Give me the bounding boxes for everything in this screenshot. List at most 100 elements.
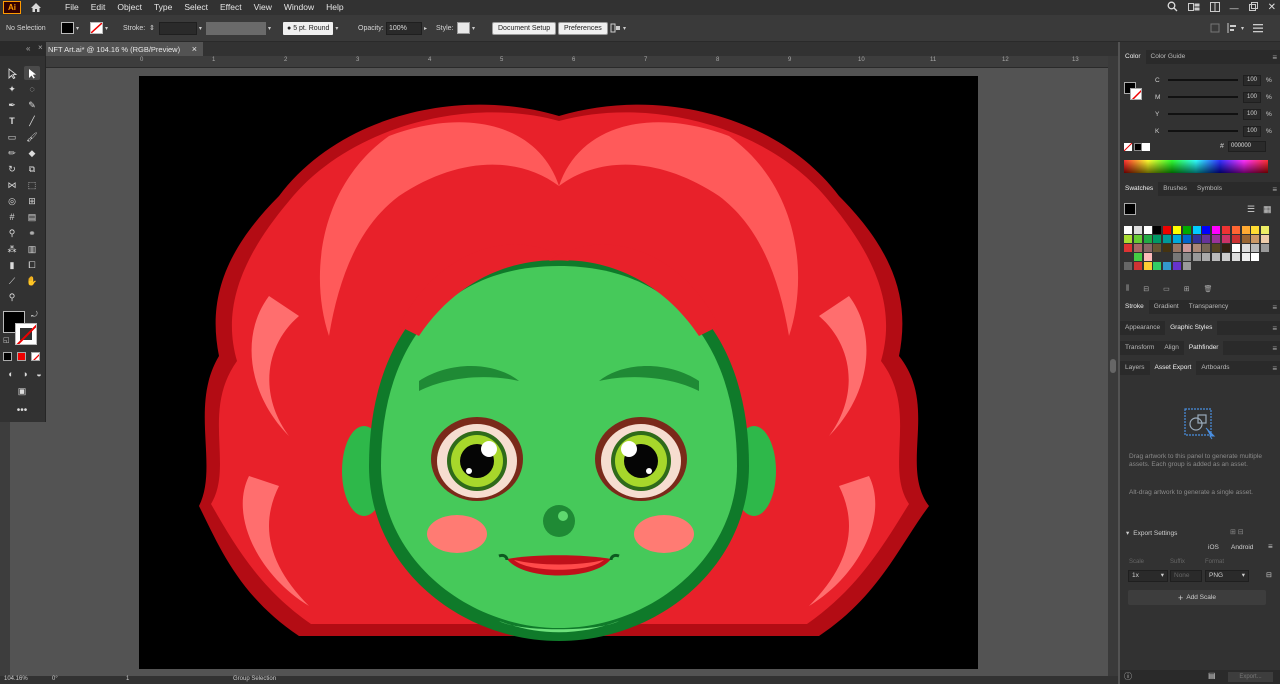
- vertical-ruler[interactable]: [0, 422, 10, 676]
- column-graph-icon[interactable]: ▥: [24, 242, 40, 256]
- panel-menu-icon[interactable]: ≡: [1272, 303, 1277, 312]
- style-control[interactable]: ▾: [457, 21, 475, 35]
- width-profile-preview[interactable]: [206, 21, 266, 35]
- bar-chart-icon[interactable]: ▮: [4, 258, 20, 272]
- hex-input[interactable]: 000000: [1228, 141, 1266, 152]
- scale-select[interactable]: 1x ▾: [1128, 570, 1168, 582]
- ios-preset[interactable]: iOS: [1208, 544, 1219, 551]
- chevron-down-icon[interactable]: ▾: [1242, 571, 1245, 581]
- magenta-slider[interactable]: M 100%: [1120, 90, 1280, 104]
- yellow-slider[interactable]: Y 100%: [1120, 107, 1280, 121]
- color-mode-button[interactable]: [3, 352, 12, 361]
- close-tab-icon[interactable]: ×: [192, 44, 197, 54]
- vertical-scrollbar[interactable]: [1108, 56, 1118, 676]
- paintbrush-icon[interactable]: 🖌: [24, 130, 40, 144]
- eraser-tool-icon[interactable]: ◆: [24, 146, 40, 160]
- slice-tool-icon[interactable]: ⟋: [4, 274, 20, 288]
- new-color-group-icon[interactable]: ▭: [1163, 285, 1170, 293]
- menu-effect[interactable]: Effect: [214, 0, 248, 15]
- format-select[interactable]: PNG ▾: [1205, 570, 1249, 582]
- fill-color-control[interactable]: ▾: [61, 21, 79, 35]
- brush-definition[interactable]: ● 5 pt. Round ▾: [283, 21, 338, 35]
- canvas-area[interactable]: [46, 68, 1108, 676]
- opacity-control[interactable]: 100% ▸: [386, 21, 427, 35]
- delete-swatch-icon[interactable]: 🗑: [1204, 285, 1213, 293]
- document-tab[interactable]: NFT Art.ai* @ 104.16 % (RGB/Preview) ×: [46, 42, 203, 56]
- scrollbar-thumb[interactable]: [1110, 359, 1116, 373]
- variable-width-profile[interactable]: ▾: [206, 21, 271, 35]
- perspective-grid-icon[interactable]: ⊞: [24, 194, 40, 208]
- distribute-icon[interactable]: ▾: [1227, 21, 1244, 35]
- tab-symbols[interactable]: Symbols: [1192, 182, 1227, 196]
- direct-selection-tool-icon[interactable]: [24, 66, 40, 80]
- tab-brushes[interactable]: Brushes: [1158, 182, 1192, 196]
- stroke-weight-field[interactable]: [158, 21, 197, 35]
- search-icon[interactable]: [1167, 1, 1178, 14]
- line-tool-icon[interactable]: ╱: [24, 114, 40, 128]
- menu-object[interactable]: Object: [111, 0, 148, 15]
- color-spectrum[interactable]: [1124, 160, 1268, 173]
- info-icon[interactable]: ⓘ: [1124, 671, 1132, 682]
- zoom-tool-icon[interactable]: ⚲: [4, 290, 20, 304]
- cyan-slider[interactable]: C 100%: [1120, 73, 1280, 87]
- arrange-documents-icon[interactable]: [1187, 2, 1200, 14]
- channel-value[interactable]: 100: [1243, 74, 1261, 86]
- minimize-icon[interactable]: —: [1230, 3, 1239, 13]
- swatch-fill-indicator[interactable]: [1124, 203, 1136, 215]
- export-for-screens-icon[interactable]: ▤: [1208, 671, 1216, 680]
- horizontal-ruler[interactable]: 0 1 2 3 4 5 6 7 8 9 10 11 12 13: [46, 56, 1108, 68]
- tab-graphic-styles[interactable]: Graphic Styles: [1165, 321, 1218, 335]
- mesh-tool-icon[interactable]: #: [4, 210, 20, 224]
- swatch-grid[interactable]: [1124, 226, 1270, 270]
- swatch-library-icon[interactable]: ⫼: [1126, 285, 1129, 293]
- panel-menu-icon[interactable]: [1253, 21, 1263, 35]
- home-icon[interactable]: [25, 1, 47, 14]
- artboard[interactable]: [139, 76, 978, 669]
- gradient-tool-icon[interactable]: ▤: [24, 210, 40, 224]
- tab-transparency[interactable]: Transparency: [1184, 300, 1234, 314]
- black-swatch[interactable]: [1134, 143, 1142, 151]
- align-icon[interactable]: [1210, 21, 1220, 35]
- menu-select[interactable]: Select: [178, 0, 214, 15]
- curvature-tool-icon[interactable]: ✎: [24, 98, 40, 112]
- menu-edit[interactable]: Edit: [85, 0, 112, 15]
- screen-mode-icon[interactable]: ▣: [14, 384, 30, 398]
- blend-tool-icon[interactable]: ⚭: [24, 226, 40, 240]
- close-toolbar-icon[interactable]: ×: [38, 43, 43, 52]
- preferences-button[interactable]: Preferences: [558, 21, 608, 35]
- draw-inside-icon[interactable]: ◒: [31, 367, 47, 381]
- zoom-level[interactable]: 104.16%: [4, 676, 28, 682]
- hand-tool-icon[interactable]: ✋: [24, 274, 40, 288]
- android-preset[interactable]: Android: [1231, 544, 1253, 551]
- show-kinds-icon[interactable]: ⊟: [1143, 285, 1149, 293]
- tab-artboards[interactable]: Artboards: [1196, 361, 1234, 375]
- tab-swatches[interactable]: Swatches: [1120, 182, 1159, 196]
- export-settings-header[interactable]: ▾ Export Settings: [1126, 529, 1177, 538]
- pen-tool-icon[interactable]: ✒: [4, 98, 20, 112]
- chevron-down-icon[interactable]: ▾: [76, 25, 79, 32]
- panel-menu-icon[interactable]: ≡: [1272, 364, 1277, 373]
- pencil-tool-icon[interactable]: ✏: [4, 146, 20, 160]
- chevron-down-icon[interactable]: ▾: [1161, 571, 1164, 581]
- width-tool-icon[interactable]: ⋈: [4, 178, 20, 192]
- close-window-icon[interactable]: ✕: [1268, 2, 1276, 13]
- add-scale-button[interactable]: + Add Scale: [1128, 590, 1266, 605]
- panel-menu-icon[interactable]: ≡: [1268, 542, 1273, 551]
- edit-toolbar-icon[interactable]: •••: [14, 403, 30, 417]
- tab-color[interactable]: Color: [1120, 50, 1146, 64]
- workspace-icon[interactable]: [1209, 1, 1220, 14]
- panel-menu-icon[interactable]: ≡: [1272, 185, 1277, 194]
- maximize-icon[interactable]: [1248, 2, 1258, 13]
- stroke-color-box[interactable]: [15, 323, 37, 345]
- panel-menu-icon[interactable]: ≡: [1272, 344, 1277, 353]
- rotation-value[interactable]: 0°: [52, 676, 58, 682]
- tab-align[interactable]: Align: [1159, 341, 1183, 355]
- menu-window[interactable]: Window: [278, 0, 320, 15]
- channel-value[interactable]: 100: [1243, 125, 1261, 137]
- document-setup-button[interactable]: Document Setup: [492, 21, 557, 35]
- white-swatch[interactable]: [1142, 143, 1150, 151]
- list-view-icon[interactable]: ☰: [1247, 204, 1255, 215]
- grid-view-icon[interactable]: ▦: [1263, 204, 1272, 215]
- eyedropper-icon[interactable]: ⚲: [4, 226, 20, 240]
- tab-appearance[interactable]: Appearance: [1120, 321, 1165, 335]
